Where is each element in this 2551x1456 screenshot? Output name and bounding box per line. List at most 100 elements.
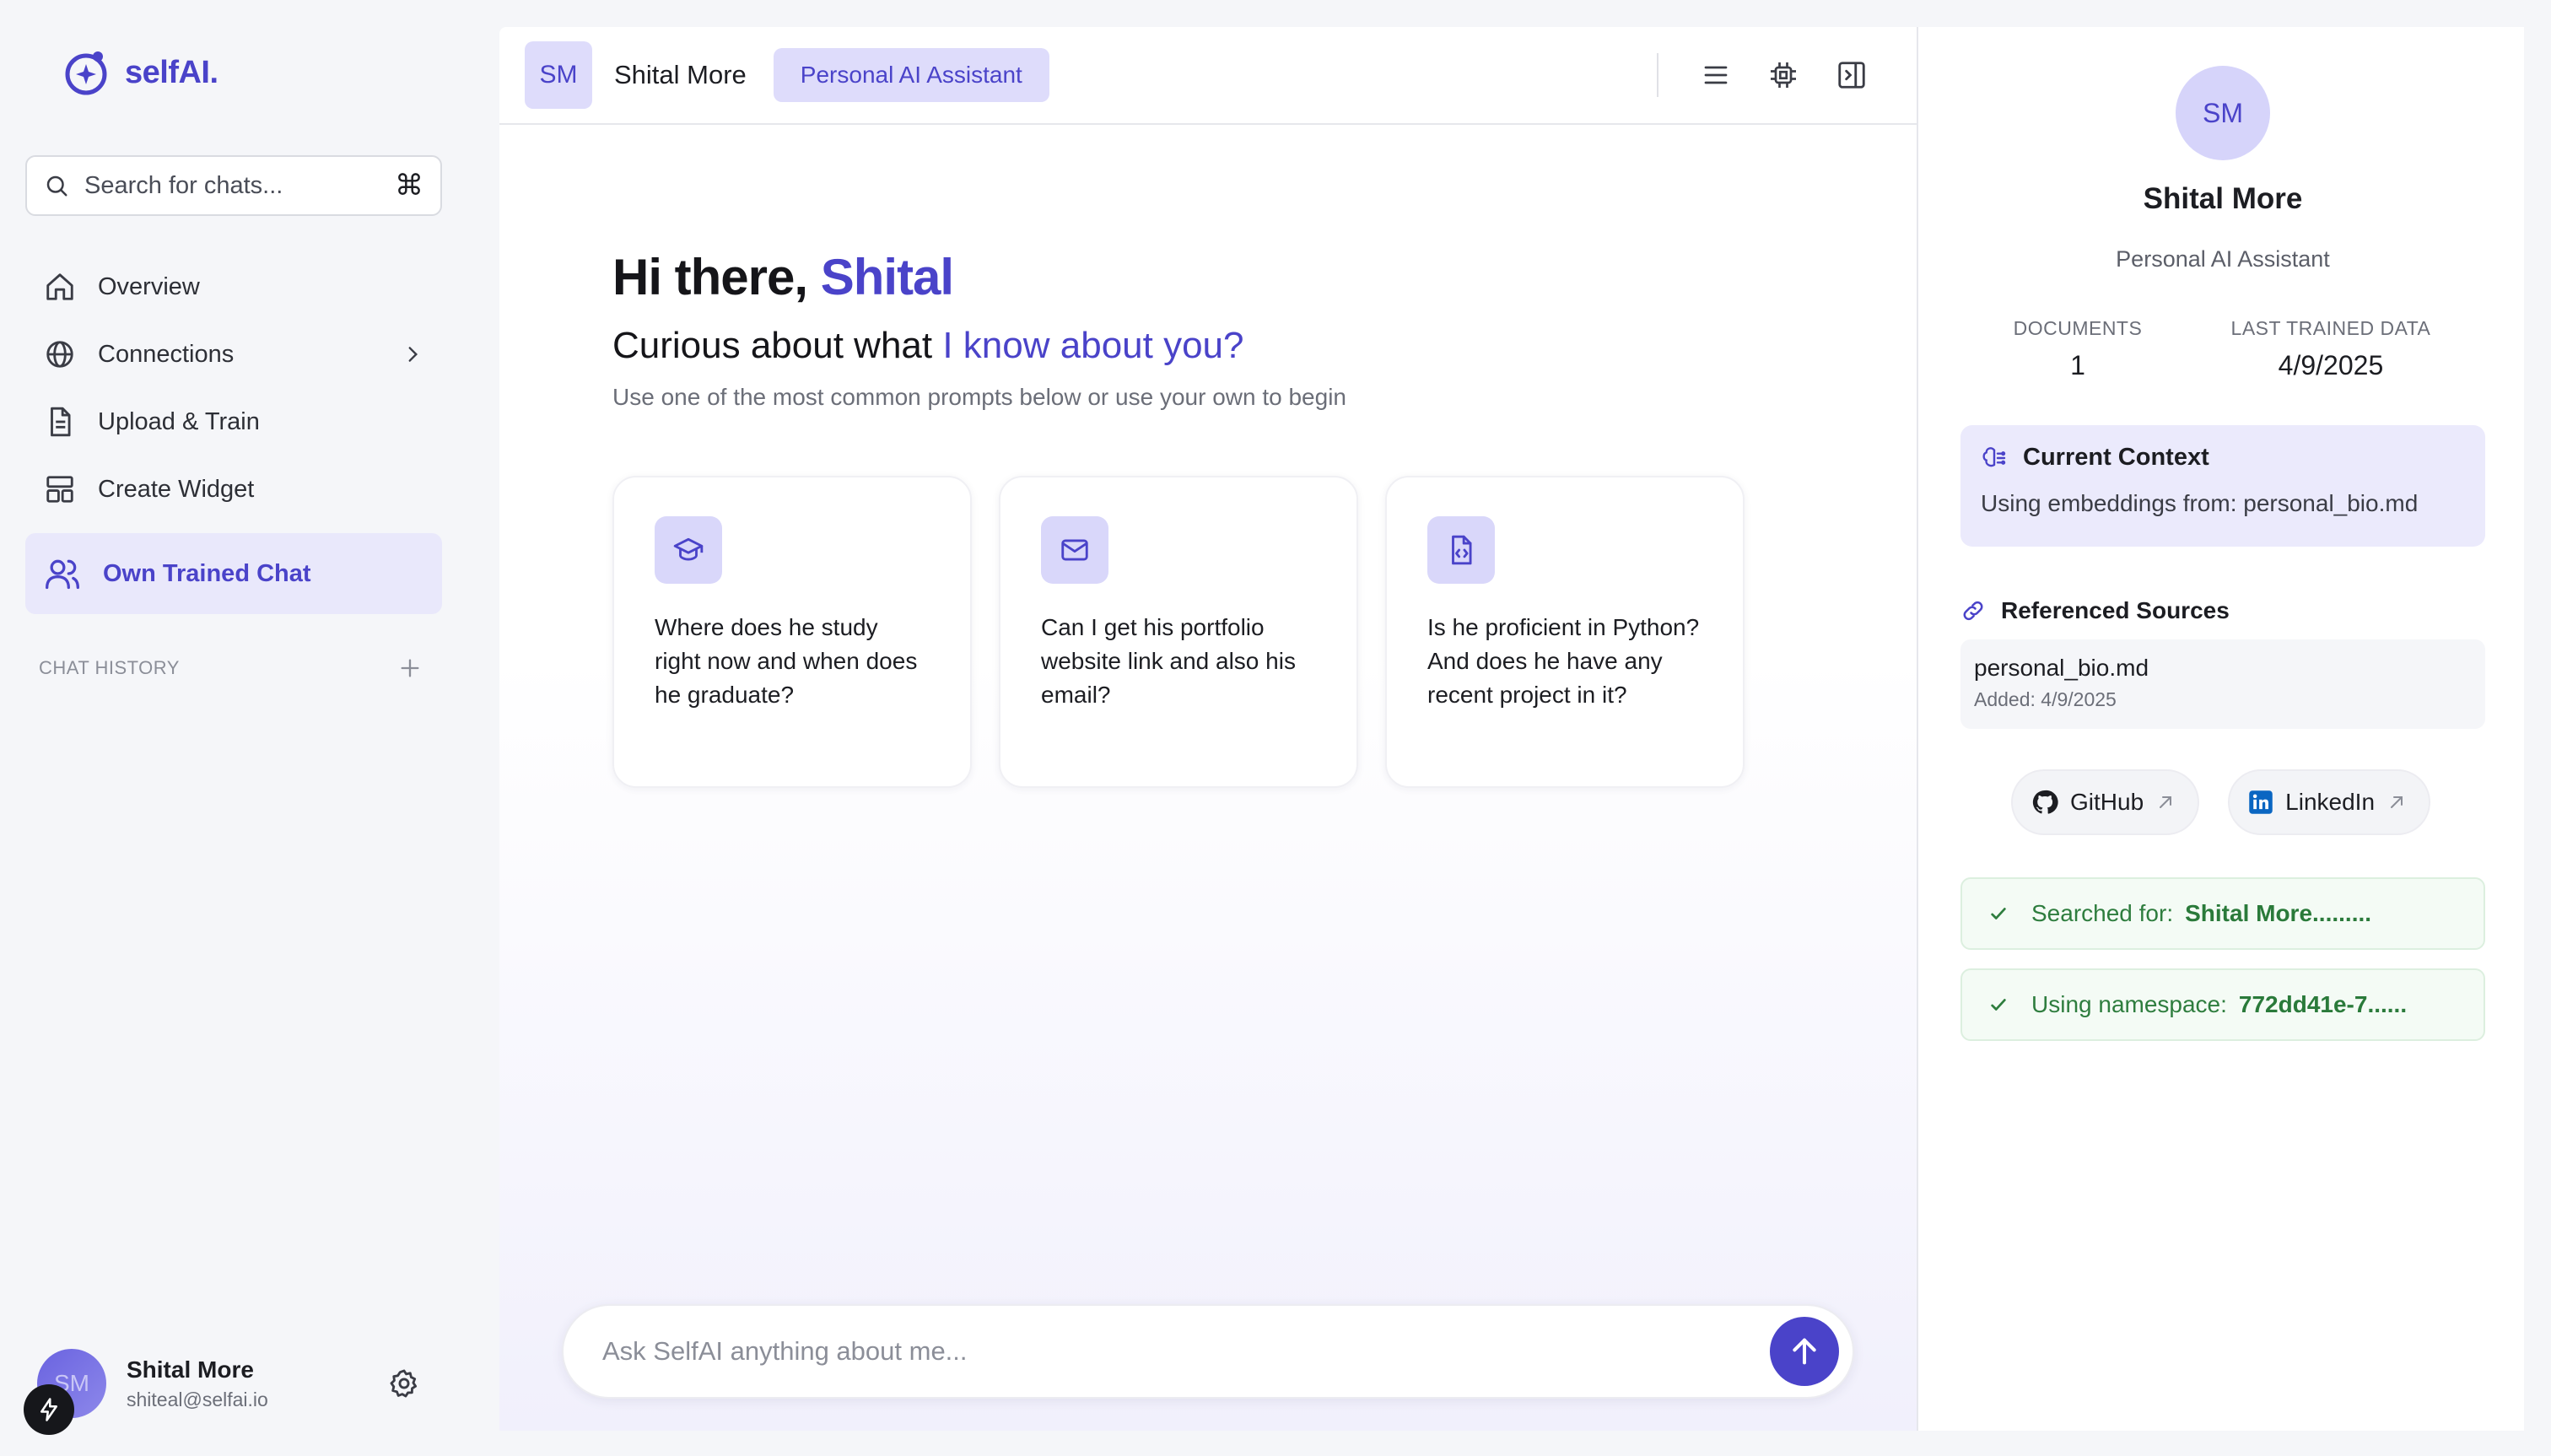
prompt-text: Where does he study right now and when d…	[655, 614, 918, 708]
profile-role: Personal AI Assistant	[2116, 246, 2330, 272]
chat-history-label: CHAT HISTORY	[39, 657, 180, 678]
chat-header: SM Shital More Personal AI Assistant	[499, 27, 1917, 125]
context-title: Current Context	[2023, 444, 2209, 471]
arrow-up-icon	[1793, 1338, 1816, 1365]
source-date: Added: 4/9/2025	[1974, 688, 2117, 710]
profile-stats: DOCUMENTS 1 LAST TRAINED DATA 4/9/2025	[1969, 317, 2475, 381]
source-item[interactable]: personal_bio.md Added: 4/9/2025	[1960, 639, 2485, 729]
status-searched-for: Searched for: Shital More.........	[1960, 877, 2485, 950]
profile-name: Shital More	[2143, 182, 2303, 215]
message-composer	[562, 1304, 1854, 1399]
prompt-card[interactable]: Is he proficient in Python? And does he …	[1385, 476, 1745, 788]
welcome-hero: Hi there, Shital Curious about what I kn…	[612, 248, 1346, 411]
prompt-card[interactable]: Can I get his portfolio website link and…	[999, 476, 1358, 788]
sidebar-item-connections[interactable]: Connections	[25, 321, 442, 388]
stat-value: 4/9/2025	[2278, 350, 2384, 380]
logo-icon	[59, 46, 113, 100]
status-key: Using namespace:	[2031, 991, 2227, 1017]
greeting-name: Shital	[820, 249, 954, 305]
document-icon	[44, 406, 76, 438]
external-link-icon	[2387, 792, 2407, 812]
profile-panel: SM Shital More Personal AI Assistant DOC…	[1917, 27, 2524, 1431]
sidebar: selfAI. Search for chats... ⌘ Overview C…	[0, 0, 472, 1456]
sidebar-item-own-trained-chat[interactable]: Own Trained Chat	[25, 533, 442, 614]
stat-label: LAST TRAINED DATA	[2230, 317, 2431, 339]
header-divider	[1657, 53, 1658, 97]
stat-label: DOCUMENTS	[2013, 317, 2143, 339]
sidebar-item-label: Connections	[98, 340, 235, 368]
github-label: GitHub	[2070, 789, 2144, 815]
cpu-icon[interactable]	[1768, 60, 1799, 90]
brain-icon	[1981, 445, 2008, 472]
user-email: shiteal@selfai.io	[127, 1388, 268, 1410]
status-namespace: Using namespace: 772dd41e-7......	[1960, 968, 2485, 1041]
search-placeholder: Search for chats...	[84, 171, 283, 199]
external-link-icon	[2155, 792, 2176, 812]
stat-last-trained: LAST TRAINED DATA 4/9/2025	[2231, 317, 2431, 381]
globe-icon	[44, 338, 76, 370]
sidebar-item-label: Create Widget	[98, 475, 255, 503]
sidebar-item-label: Upload & Train	[98, 407, 260, 435]
sidebar-item-label: Own Trained Chat	[103, 559, 311, 587]
plus-icon[interactable]	[398, 656, 422, 680]
referenced-sources-header: Referenced Sources	[1960, 597, 2230, 624]
user-name: Shital More	[127, 1356, 254, 1383]
layout-icon	[44, 473, 76, 505]
github-icon	[2031, 789, 2058, 816]
sidebar-item-create-widget[interactable]: Create Widget	[25, 456, 442, 523]
avatar[interactable]: SM	[24, 1349, 106, 1435]
sidebar-item-overview[interactable]: Overview	[25, 253, 442, 321]
lightning-icon[interactable]	[24, 1384, 74, 1435]
prompt-hint: Use one of the most common prompts below…	[612, 384, 1346, 410]
context-body: Using embeddings from: personal_bio.md	[1981, 490, 2419, 516]
users-icon	[44, 555, 81, 592]
search-input[interactable]: Search for chats... ⌘	[25, 155, 442, 216]
message-input[interactable]	[602, 1336, 1770, 1367]
social-links: GitHub LinkedIn	[2011, 769, 2431, 835]
header-avatar: SM	[525, 41, 592, 109]
prompt-text: Can I get his portfolio website link and…	[1041, 614, 1296, 708]
chevron-right-icon[interactable]	[402, 343, 423, 365]
command-key-icon: ⌘	[395, 170, 423, 202]
gear-icon[interactable]	[388, 1367, 420, 1399]
prompt-cards: Where does he study right now and when d…	[612, 476, 1745, 788]
greeting-text: Hi there,	[612, 249, 808, 305]
linkedin-link[interactable]: LinkedIn	[2228, 769, 2431, 835]
profile-avatar: SM	[2176, 66, 2270, 160]
stat-documents: DOCUMENTS 1	[2014, 317, 2143, 381]
status-value: 772dd41e-7......	[2238, 991, 2408, 1017]
link-icon	[1960, 598, 1986, 623]
menu-icon[interactable]	[1701, 60, 1731, 90]
user-info: Shital More shiteal@selfai.io	[127, 1356, 388, 1411]
send-button[interactable]	[1770, 1317, 1839, 1386]
status-value: Shital More.........	[2185, 900, 2372, 926]
header-name: Shital More	[614, 60, 747, 89]
source-name: personal_bio.md	[1974, 655, 2149, 681]
home-icon	[44, 271, 76, 303]
sidebar-item-upload-train[interactable]: Upload & Train	[25, 388, 442, 456]
greeting-subtitle: Curious about what I know about you?	[612, 325, 1346, 367]
logo[interactable]: selfAI.	[59, 46, 218, 100]
graduation-cap-icon	[655, 516, 722, 584]
check-icon	[1989, 995, 2008, 1014]
github-link[interactable]: GitHub	[2011, 769, 2200, 835]
mail-icon	[1041, 516, 1108, 584]
user-profile[interactable]: SM Shital More shiteal@selfai.io	[24, 1341, 442, 1435]
chat-history-header: CHAT HISTORY	[39, 656, 422, 680]
sidebar-item-label: Overview	[98, 272, 200, 300]
linkedin-icon	[2248, 790, 2273, 815]
subtitle-prefix: Curious about what	[612, 325, 933, 366]
prompt-card[interactable]: Where does he study right now and when d…	[612, 476, 972, 788]
panel-toggle-icon[interactable]	[1836, 59, 1868, 91]
sidebar-nav: Overview Connections Upload & Train Crea…	[25, 253, 442, 614]
code-file-icon	[1427, 516, 1495, 584]
check-icon	[1989, 904, 2008, 923]
current-context-card: Current Context Using embeddings from: p…	[1960, 425, 2485, 547]
subtitle-accent: I know about you?	[942, 325, 1244, 366]
status-key: Searched for:	[2031, 900, 2174, 926]
greeting-title: Hi there, Shital	[612, 248, 1346, 306]
referenced-sources-title: Referenced Sources	[2001, 597, 2230, 623]
chat-main: SM Shital More Personal AI Assistant Hi …	[499, 27, 1917, 1431]
stat-value: 1	[2070, 350, 2085, 380]
logo-text: selfAI.	[125, 54, 218, 90]
